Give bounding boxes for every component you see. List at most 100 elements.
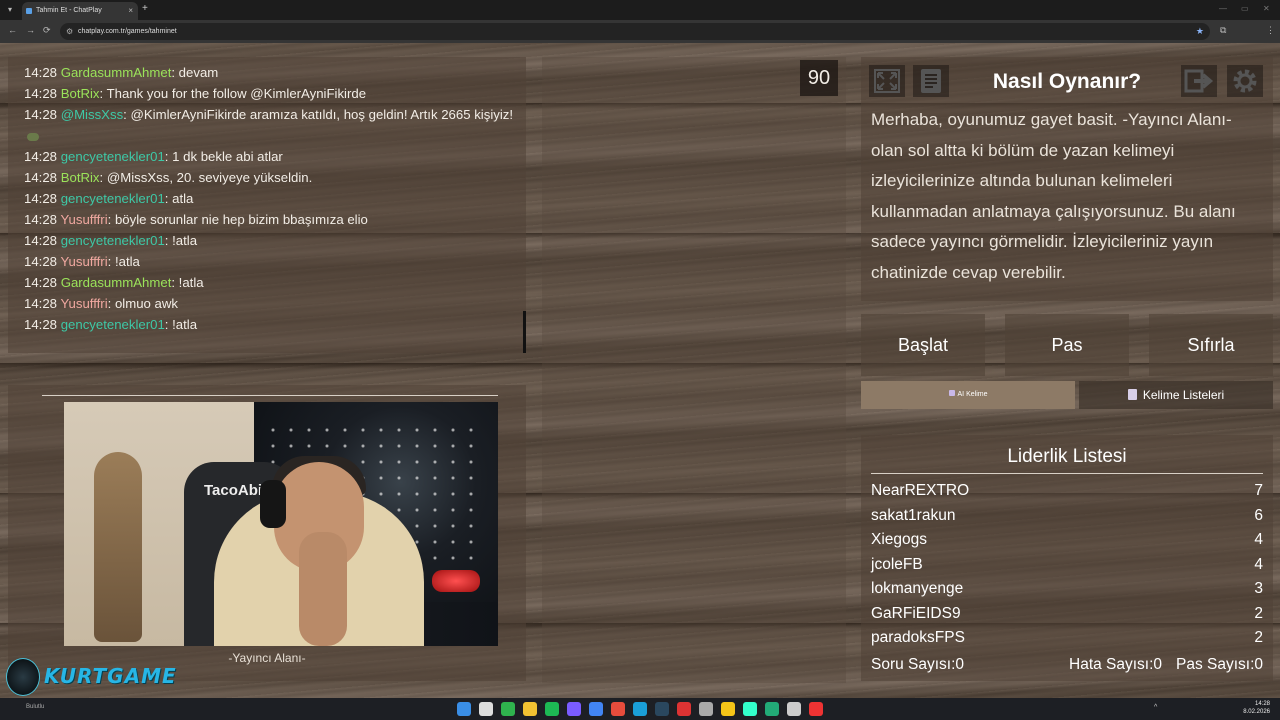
chat-username[interactable]: gencyetenekler01 xyxy=(61,317,165,332)
taskbar-app-icon[interactable] xyxy=(567,702,581,716)
tab-search-icon[interactable]: ▾ xyxy=(4,4,16,16)
chat-username[interactable]: Yusufffri xyxy=(60,212,107,227)
reload-icon[interactable]: ⟳ xyxy=(43,25,51,36)
url-input[interactable]: ⚙ chatplay.com.tr/games/tahminet ★ xyxy=(60,23,1210,40)
exit-icon[interactable] xyxy=(1181,65,1217,97)
chat-timestamp: 14:28 xyxy=(24,254,58,269)
chat-username[interactable]: @MissXss xyxy=(61,107,123,122)
tab-title: Tahmin Et - ChatPlay xyxy=(36,7,102,14)
taskbar-app-icon[interactable] xyxy=(589,702,603,716)
start-button[interactable]: Başlat xyxy=(861,314,985,376)
chat-username[interactable]: BotRix xyxy=(61,86,100,101)
taskbar-app-icon[interactable] xyxy=(677,702,691,716)
taskbar-app-icon[interactable] xyxy=(787,702,801,716)
leaderboard-row: GaRFiEIDS9 2 xyxy=(871,602,1263,626)
chat-message: 14:28 gencyetenekler01: atla xyxy=(24,188,526,209)
taskbar-app-icon[interactable] xyxy=(809,702,823,716)
chat-username[interactable]: BotRix xyxy=(61,170,100,185)
bookmark-star-icon[interactable]: ★ xyxy=(1196,23,1204,40)
chat-username[interactable]: GardasummAhmet xyxy=(61,275,172,290)
word-list-icon xyxy=(1127,389,1137,400)
leaderboard-row: Xiegogs 4 xyxy=(871,528,1263,552)
word-panel xyxy=(542,57,846,683)
forward-icon[interactable]: → xyxy=(26,25,35,35)
browser-tab[interactable]: Tahmin Et - ChatPlay × xyxy=(22,2,138,20)
taskbar-app-icon[interactable] xyxy=(765,702,779,716)
new-tab-button[interactable]: + xyxy=(142,3,148,14)
player-score: 4 xyxy=(1254,531,1263,548)
tab-close-icon[interactable]: × xyxy=(128,2,133,20)
player-name: paradoksFPS xyxy=(871,629,965,646)
taskbar-app-icon[interactable] xyxy=(545,702,559,716)
chat-timestamp: 14:28 xyxy=(24,170,58,185)
wolf-logo-icon xyxy=(6,658,40,696)
pass-button[interactable]: Pas xyxy=(1005,314,1129,376)
player-name: sakat1rakun xyxy=(871,506,956,524)
chat-text: : böyle sorunlar nie hep bizim bbaşımıza… xyxy=(107,212,368,227)
chat-timestamp: 14:28 xyxy=(24,275,58,290)
reset-button[interactable]: Sıfırla xyxy=(1149,314,1273,376)
taskbar-app-icon[interactable] xyxy=(611,702,625,716)
chat-username[interactable]: gencyetenekler01 xyxy=(61,149,165,164)
player-score: 4 xyxy=(1254,555,1263,573)
chat-username[interactable]: Yusufffri xyxy=(60,296,107,311)
chat-timestamp: 14:28 xyxy=(24,191,58,206)
chat-text: : !atla xyxy=(164,233,198,248)
emote-icon xyxy=(27,132,39,141)
taskbar-app-icon[interactable] xyxy=(457,702,471,716)
player-name: jcoleFB xyxy=(871,555,923,573)
leaderboard-row: jcoleFB 4 xyxy=(871,553,1263,577)
chat-username[interactable]: gencyetenekler01 xyxy=(61,191,165,206)
browser-menu-icon[interactable]: ⋮ xyxy=(1266,25,1275,36)
taskbar-app-icon[interactable] xyxy=(655,702,669,716)
chat-text: : devam xyxy=(171,65,219,80)
browser-tab-bar: ▾ Tahmin Et - ChatPlay × + — ▭ ✕ xyxy=(0,0,1280,20)
taskbar-app-icon[interactable] xyxy=(721,702,735,716)
settings-gear-icon[interactable] xyxy=(1227,65,1263,97)
site-info-icon[interactable]: ⚙ xyxy=(66,23,73,40)
tab-ai-word[interactable]: AI Kelime xyxy=(861,381,1075,409)
player-name: Xiegogs xyxy=(871,531,928,548)
chat-message: 14:28 Yusufffri: !atla xyxy=(24,251,526,272)
chat-text: : !atla xyxy=(107,254,140,269)
chat-message: 14:28 GardasummAhmet: devam xyxy=(24,62,526,83)
leaderboard-title: Liderlik Listesi xyxy=(871,443,1263,474)
back-icon[interactable]: ← xyxy=(8,25,17,35)
extensions-icon[interactable]: ⧉ xyxy=(1220,25,1226,36)
taskbar-app-icon[interactable] xyxy=(501,702,515,716)
clock-date: 8.02.2026 xyxy=(1243,709,1270,715)
chat-text: : olmuo awk xyxy=(107,296,178,311)
taskbar-app-icon[interactable] xyxy=(699,702,713,716)
chat-message: 14:28 gencyetenekler01: 1 dk bekle abi a… xyxy=(24,146,526,167)
player-score: 2 xyxy=(1254,604,1263,622)
chat-timestamp: 14:28 xyxy=(24,86,58,101)
tab-word-lists[interactable]: Kelime Listeleri xyxy=(1079,381,1273,409)
taskbar-app-icon[interactable] xyxy=(743,702,757,716)
leaderboard-row: lokmanyenge 3 xyxy=(871,577,1263,601)
chat-username[interactable]: gencyetenekler01 xyxy=(61,233,165,248)
tray-chevron-icon[interactable]: ^ xyxy=(1154,704,1157,711)
chat-message: 14:28 gencyetenekler01: !atla xyxy=(24,230,526,251)
game-page: 14:28 GardasummAhmet: devam 14:28 BotRix:… xyxy=(0,43,1280,698)
chat-timestamp: 14:28 xyxy=(24,233,58,248)
taskbar-app-icon[interactable] xyxy=(633,702,647,716)
how-to-play-text: Merhaba, oyunumuz gayet basit. -Yayıncı … xyxy=(871,110,1236,282)
taskbar-app-icon[interactable] xyxy=(523,702,537,716)
maximize-icon[interactable]: ▭ xyxy=(1241,4,1249,13)
chat-username[interactable]: Yusufffri xyxy=(60,254,107,269)
player-name: lokmanyenge xyxy=(871,580,964,597)
url-text: chatplay.com.tr/games/tahminet xyxy=(78,28,177,35)
channel-logo: KURTGAME xyxy=(0,656,180,700)
chat-timestamp: 14:28 xyxy=(24,296,58,311)
chat-scrollbar[interactable] xyxy=(523,311,526,353)
ai-word-icon xyxy=(948,390,955,396)
taskbar-app-icon[interactable] xyxy=(479,702,493,716)
chat-message: 14:28 @MissXss: @KimlerAyniFikirde aramı… xyxy=(24,104,526,146)
minimize-icon[interactable]: — xyxy=(1219,4,1227,13)
close-window-icon[interactable]: ✕ xyxy=(1263,4,1270,13)
chat-username[interactable]: GardasummAhmet xyxy=(61,65,172,80)
logo-text: KURTGAME xyxy=(44,664,177,688)
how-to-play-panel: Nasıl Oynanır? Merhaba, oyunumuz gayet b… xyxy=(861,57,1273,301)
chat-message: 14:28 Yusufffri: olmuo awk xyxy=(24,293,526,314)
ai-word-label: AI Kelime xyxy=(957,391,988,398)
